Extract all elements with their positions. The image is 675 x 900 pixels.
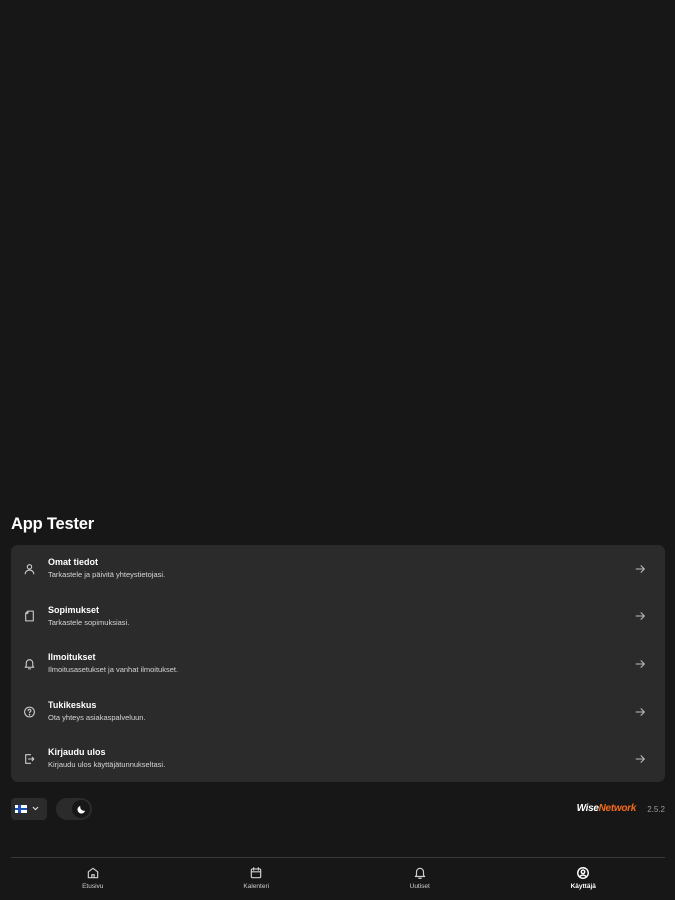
menu-item-title: Tukikeskus (48, 699, 97, 710)
nav-label: Käyttäjä (570, 883, 596, 890)
calendar-icon (249, 866, 263, 880)
menu-item-contracts[interactable]: Sopimukset Tarkastele sopimuksiasi. (11, 593, 665, 641)
nav-label: Etusivu (82, 883, 104, 890)
arrow-right-icon (634, 657, 647, 670)
theme-toggle[interactable] (56, 798, 92, 820)
menu-item-notifications[interactable]: Ilmoitukset Ilmoitusasetukset ja vanhat … (11, 640, 665, 688)
finland-flag-icon (15, 805, 27, 813)
bottom-navigation: Etusivu Kalenteri Uutiset Käyttäjä (11, 857, 665, 900)
menu-item-support[interactable]: Tukikeskus Ota yhteys asiakaspalveluun. (11, 688, 665, 736)
brand-logo-part1: Wise (576, 803, 599, 814)
menu-item-title: Omat tiedot (48, 557, 99, 567)
bell-icon (22, 656, 37, 671)
menu-item-title: Kirjaudu ulos (48, 747, 106, 758)
menu-item-subtitle: Kirjaudu ulos käyttäjätunnukseltasi. (48, 760, 166, 770)
chevron-down-icon (31, 800, 40, 818)
arrow-right-icon (634, 753, 647, 766)
menu-item-personal-info[interactable]: Omat tiedot Tarkastele ja päivitä yhteys… (11, 545, 665, 593)
moon-icon (72, 800, 90, 818)
logout-icon (22, 752, 37, 767)
menu-item-title: Sopimukset (48, 604, 100, 615)
menu-item-subtitle: Ota yhteys asiakaspalveluun. (48, 712, 146, 722)
settings-menu: Omat tiedot Tarkastele ja päivitä yhteys… (11, 545, 665, 782)
nav-label: Kalenteri (243, 883, 270, 890)
user-circle-icon (576, 866, 590, 880)
nav-item-news[interactable]: Uutiset (338, 858, 502, 900)
home-icon (86, 866, 100, 880)
settings-controls: WiseNetwork 2.5.2 (11, 798, 665, 820)
arrow-right-icon (634, 705, 647, 718)
menu-item-subtitle: Tarkastele sopimuksiasi. (48, 617, 130, 627)
brand-logo: WiseNetwork (576, 803, 637, 814)
arrow-right-icon (634, 610, 647, 623)
bell-icon (413, 866, 427, 880)
nav-item-user[interactable]: Käyttäjä (502, 858, 666, 900)
arrow-right-icon (634, 562, 647, 575)
menu-item-logout[interactable]: Kirjaudu ulos Kirjaudu ulos käyttäjätunn… (11, 735, 665, 783)
nav-item-home[interactable]: Etusivu (11, 858, 175, 900)
help-icon (22, 704, 37, 719)
menu-item-subtitle: Ilmoitusasetukset ja vanhat ilmoitukset. (48, 665, 179, 675)
document-icon (22, 609, 37, 624)
menu-item-title: Ilmoitukset (48, 652, 96, 663)
user-name-heading: App Tester (11, 515, 94, 533)
menu-item-subtitle: Tarkastele ja päivitä yhteystietojasi. (48, 570, 166, 579)
language-select[interactable] (11, 798, 47, 820)
nav-item-calendar[interactable]: Kalenteri (175, 858, 339, 900)
brand-logo-part2: Network (598, 803, 637, 814)
user-icon (22, 561, 37, 576)
app-version: 2.5.2 (647, 805, 665, 814)
nav-label: Uutiset (409, 883, 430, 890)
profile-page: App Tester Omat tiedot Tarkastele ja päi… (0, 0, 675, 900)
